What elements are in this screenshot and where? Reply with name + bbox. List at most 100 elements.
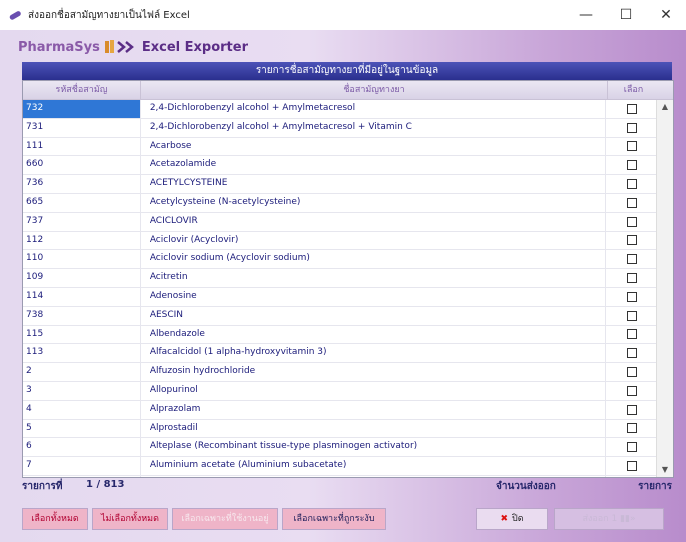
select-checkbox[interactable]: [626, 103, 637, 114]
cell-code[interactable]: 110: [23, 250, 140, 268]
cell-code[interactable]: 6: [23, 438, 140, 456]
cell-name[interactable]: Acarbose: [139, 137, 605, 156]
table-row[interactable]: 660 Acetazolamide: [23, 156, 657, 176]
close-button[interactable]: ✖ ปิด: [476, 508, 548, 530]
cell-code[interactable]: 4: [23, 401, 140, 419]
cell-code[interactable]: 111: [23, 138, 140, 156]
select-checkbox[interactable]: [626, 461, 637, 472]
cell-name[interactable]: Aluminium acetate (Aluminium subacetate): [139, 457, 605, 475]
select-checkbox[interactable]: [626, 122, 637, 133]
select-checkbox[interactable]: [626, 160, 637, 171]
select-suspended-button[interactable]: เลือกเฉพาะที่ถูกระงับ: [282, 508, 386, 530]
cell-name[interactable]: 2,4-Dichlorobenzyl alcohol + Amylmetacre…: [139, 118, 605, 137]
select-used-button[interactable]: เลือกเฉพาะที่ใช้งานอยู่: [172, 508, 278, 530]
cell-name[interactable]: Albendazole: [139, 325, 605, 344]
cell-code[interactable]: 109: [23, 269, 140, 287]
app-body: PharmaSys Excel Exporter รายการชื่อสามัญ…: [0, 30, 686, 542]
export-button[interactable]: ส่งออก 1 ▮▮»: [554, 508, 664, 530]
cell-name[interactable]: Acetazolamide: [139, 156, 605, 175]
table-row[interactable]: 115 Albendazole: [23, 325, 657, 345]
scroll-up-icon[interactable]: ▲: [657, 100, 673, 114]
app-window: ส่งออกชื่อสามัญทางยาเป็นไฟล์ Excel — ☐ ✕…: [0, 0, 686, 542]
cell-name[interactable]: Alfacalcidol (1 alpha-hydroxyvitamin 3): [139, 344, 605, 363]
cell-name[interactable]: Alfuzosin hydrochloride: [139, 363, 605, 381]
cell-name[interactable]: Aciclovir (Acyclovir): [139, 231, 605, 250]
select-all-button[interactable]: เลือกทั้งหมด: [22, 508, 88, 530]
select-checkbox[interactable]: [626, 310, 637, 321]
column-header-name[interactable]: ชื่อสามัญทางยา: [140, 81, 607, 99]
select-checkbox[interactable]: [626, 141, 637, 152]
select-checkbox[interactable]: [626, 442, 637, 453]
table-row[interactable]: 3 Allopurinol: [23, 381, 657, 401]
table-header: รหัสชื่อสามัญ ชื่อสามัญทางยา เลือก: [23, 81, 673, 100]
table-row[interactable]: 736 ACETYLCYSTEINE: [23, 175, 657, 194]
cell-code[interactable]: 112: [23, 232, 140, 250]
select-checkbox[interactable]: [626, 235, 637, 246]
table-row[interactable]: 4 Alprazolam: [23, 400, 657, 420]
table-row[interactable]: 2 Alfuzosin hydrochloride: [23, 363, 657, 382]
cell-code[interactable]: 738: [23, 307, 140, 325]
x-icon: ✖: [500, 514, 508, 524]
vertical-scrollbar[interactable]: ▲ ▼: [656, 100, 673, 477]
cell-code[interactable]: 665: [23, 194, 140, 212]
cell-name[interactable]: 2,4-Dichlorobenzyl alcohol + Amylmetacre…: [139, 100, 605, 118]
table-row[interactable]: 113 Alfacalcidol (1 alpha-hydroxyvitamin …: [23, 344, 657, 364]
table-row[interactable]: 110 Aciclovir sodium (Acyclovir sodium): [23, 250, 657, 270]
pill-icon: [9, 11, 21, 20]
select-checkbox[interactable]: [626, 329, 637, 340]
cell-code[interactable]: 7: [23, 457, 140, 475]
cell-name[interactable]: ACICLOVIR: [139, 212, 605, 231]
select-checkbox[interactable]: [626, 273, 637, 284]
select-checkbox[interactable]: [626, 404, 637, 415]
table-row[interactable]: 731 2,4-Dichlorobenzyl alcohol + Amylmeta…: [23, 118, 657, 138]
select-checkbox[interactable]: [626, 385, 637, 396]
select-checkbox[interactable]: [626, 254, 637, 265]
table-row[interactable]: 114 Adenosine: [23, 287, 657, 307]
cell-name[interactable]: Aciclovir sodium (Acyclovir sodium): [139, 250, 605, 269]
table-row[interactable]: 5 Alprostadil: [23, 419, 657, 439]
maximize-button[interactable]: ☐: [606, 0, 646, 30]
cell-name[interactable]: ACETYLCYSTEINE: [139, 175, 605, 193]
cell-name[interactable]: Alprostadil: [139, 419, 605, 438]
cell-name[interactable]: Alprazolam: [139, 400, 605, 419]
cell-code[interactable]: 2: [23, 363, 140, 381]
table-row[interactable]: 732 2,4-Dichlorobenzyl alcohol + Amylmeta…: [23, 100, 657, 119]
cell-code[interactable]: 736: [23, 175, 140, 193]
minimize-button[interactable]: —: [566, 0, 606, 30]
deselect-all-button[interactable]: ไม่เลือกทั้งหมด: [92, 508, 168, 530]
cell-name[interactable]: AESCIN: [139, 306, 605, 325]
select-checkbox[interactable]: [626, 423, 637, 434]
cell-code[interactable]: 3: [23, 382, 140, 400]
column-header-select[interactable]: เลือก: [607, 81, 659, 99]
cell-code[interactable]: 113: [23, 344, 140, 362]
cell-name[interactable]: Acetylcysteine (N-acetylcysteine): [139, 193, 605, 212]
cell-name[interactable]: Alteplase (Recombinant tissue-type plasm…: [139, 438, 605, 457]
select-checkbox[interactable]: [626, 179, 637, 190]
cell-code[interactable]: 737: [23, 213, 140, 231]
table-row[interactable]: 6 Alteplase (Recombinant tissue-type plas…: [23, 438, 657, 458]
scroll-down-icon[interactable]: ▼: [657, 463, 673, 477]
select-checkbox[interactable]: [626, 197, 637, 208]
cell-name[interactable]: Allopurinol: [139, 381, 605, 400]
cell-name[interactable]: Adenosine: [139, 287, 605, 306]
cell-code[interactable]: 5: [23, 420, 140, 438]
select-checkbox[interactable]: [626, 367, 637, 378]
column-header-code[interactable]: รหัสชื่อสามัญ: [23, 81, 140, 99]
table-row[interactable]: 109 Acitretin: [23, 269, 657, 288]
table-row[interactable]: 7 Aluminium acetate (Aluminium subacetate…: [23, 457, 657, 476]
cell-code[interactable]: 115: [23, 326, 140, 344]
select-checkbox[interactable]: [626, 348, 637, 359]
close-window-button[interactable]: ✕: [646, 0, 686, 30]
cell-code[interactable]: 732: [23, 100, 140, 118]
table-row[interactable]: 737 ACICLOVIR: [23, 212, 657, 232]
select-checkbox[interactable]: [626, 291, 637, 302]
table-row[interactable]: 112 Aciclovir (Acyclovir): [23, 231, 657, 251]
select-checkbox[interactable]: [626, 216, 637, 227]
table-row[interactable]: 665 Acetylcysteine (N-acetylcysteine): [23, 193, 657, 213]
cell-code[interactable]: 660: [23, 156, 140, 174]
cell-code[interactable]: 114: [23, 288, 140, 306]
cell-name[interactable]: Acitretin: [139, 269, 605, 287]
cell-code[interactable]: 731: [23, 119, 140, 137]
table-row[interactable]: 738 AESCIN: [23, 306, 657, 326]
table-row[interactable]: 111 Acarbose: [23, 137, 657, 157]
